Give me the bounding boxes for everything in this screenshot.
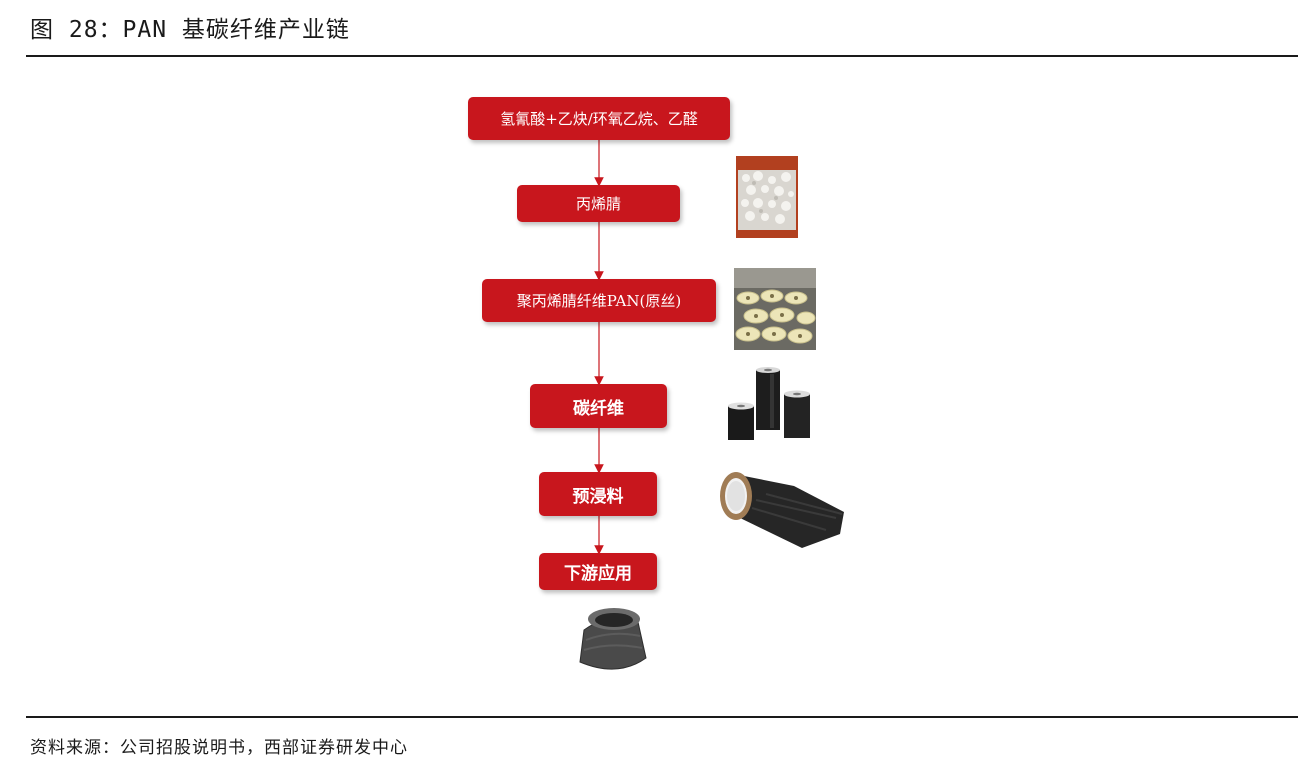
step-downstream: 下游应用 xyxy=(539,553,657,590)
acrylonitrile-pellets-image xyxy=(736,156,798,238)
source-note: 资料来源：公司招股说明书，西部证券研发中心 xyxy=(30,738,408,758)
step-raw-materials: 氢氰酸+乙炔/环氧乙烷、乙醛 xyxy=(468,97,730,140)
step-pan-precursor: 聚丙烯腈纤维PAN(原丝) xyxy=(482,279,716,322)
pan-precursor-spools-image xyxy=(734,268,816,350)
downstream-part-image xyxy=(579,608,647,670)
step-carbon-fiber: 碳纤维 xyxy=(530,384,667,428)
carbon-fiber-spools-image xyxy=(728,367,810,440)
prepreg-roll-image xyxy=(720,472,844,548)
step-prepreg: 预浸料 xyxy=(539,472,657,516)
bottom-rule xyxy=(26,716,1298,718)
step-acrylonitrile: 丙烯腈 xyxy=(517,185,680,222)
